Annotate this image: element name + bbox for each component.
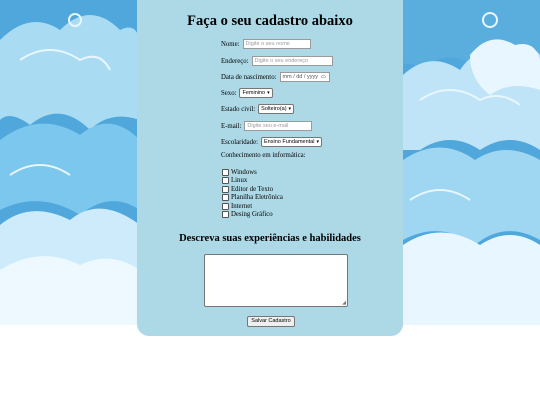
endereco-label: Endereço: xyxy=(221,57,249,65)
checkbox-label: Planilha Eletrônica xyxy=(231,194,283,202)
email-row: E-mail: Digite seu e-mail xyxy=(221,121,313,131)
checkbox-box[interactable] xyxy=(222,194,229,202)
escolaridade-row: Escolaridade: Ensino Fundamental ▾ xyxy=(221,137,322,147)
checkbox-label: Internet xyxy=(231,202,253,210)
nascimento-row: Data de nascimento: mm / dd / yyyy ▭ xyxy=(221,72,330,82)
sexo-row: Sexo: Feminino ▾ xyxy=(221,88,273,98)
checkbox-internet[interactable]: Internet xyxy=(222,202,283,211)
conhecimento-label: Conhecimento em informática: xyxy=(221,152,306,159)
checkbox-desing-grafico[interactable]: Desing Gráfico xyxy=(222,211,283,220)
salvar-cadastro-button[interactable]: Salvar Cadastro xyxy=(247,316,295,327)
checkbox-box[interactable] xyxy=(222,211,229,219)
checkbox-box[interactable] xyxy=(222,202,229,210)
estado-select-value: Solteiro(a) xyxy=(261,106,287,112)
endereco-input[interactable]: Digite o seu endereço xyxy=(251,56,333,66)
sexo-select[interactable]: Feminino ▾ xyxy=(239,88,273,98)
checkbox-label: Linux xyxy=(231,177,248,185)
checkbox-editor-de-texto[interactable]: Editor de Texto xyxy=(222,185,283,194)
registration-form-panel: Faça o seu cadastro abaixo Nome: Digite … xyxy=(137,0,403,336)
nome-label: Nome: xyxy=(221,40,240,48)
experiencias-heading: Descreva suas experiências e habilidades xyxy=(179,233,361,244)
checkbox-box[interactable] xyxy=(222,177,229,185)
checkbox-linux[interactable]: Linux xyxy=(222,177,283,186)
chevron-down-icon: ▾ xyxy=(267,90,270,96)
checkbox-label: Windows xyxy=(231,168,257,176)
email-label: E-mail: xyxy=(221,122,242,130)
checkbox-label: Editor de Texto xyxy=(231,185,274,193)
checkbox-box[interactable] xyxy=(222,185,229,193)
calendar-icon[interactable]: ▭ xyxy=(321,73,326,81)
checkbox-box[interactable] xyxy=(222,168,229,176)
conhecimento-row: Conhecimento em informática: xyxy=(221,152,309,159)
nome-row: Nome: Digite o seu nome xyxy=(221,39,311,49)
checkbox-label: Desing Gráfico xyxy=(231,211,273,219)
escolaridade-label: Escolaridade: xyxy=(221,138,258,146)
nascimento-placeholder: mm / dd / yyyy xyxy=(282,74,318,80)
endereco-row: Endereço: Digite o seu endereço xyxy=(221,56,333,66)
resize-grip-icon[interactable]: ◢ xyxy=(342,301,346,306)
escolaridade-select-value: Ensino Fundamental xyxy=(264,139,315,145)
estado-label: Estado civil: xyxy=(221,105,256,113)
email-input[interactable]: Digite seu e-mail xyxy=(244,121,313,131)
nascimento-date-input[interactable]: mm / dd / yyyy ▭ xyxy=(279,72,330,82)
checkbox-windows[interactable]: Windows xyxy=(222,168,283,177)
form-title: Faça o seu cadastro abaixo xyxy=(187,13,353,29)
sexo-label: Sexo: xyxy=(221,89,237,97)
nome-input[interactable]: Digite o seu nome xyxy=(242,39,311,49)
informatica-checkbox-list: Windows Linux Editor de Texto Planilha E… xyxy=(222,168,283,219)
checkbox-planilha-eletronica[interactable]: Planilha Eletrônica xyxy=(222,194,283,203)
estado-row: Estado civil: Solteiro(a) ▾ xyxy=(221,104,295,114)
estado-civil-select[interactable]: Solteiro(a) ▾ xyxy=(258,104,295,114)
sexo-select-value: Feminino xyxy=(242,90,266,96)
chevron-down-icon: ▾ xyxy=(288,106,292,112)
escolaridade-select[interactable]: Ensino Fundamental ▾ xyxy=(261,137,322,147)
nascimento-label: Data de nascimento: xyxy=(221,73,277,81)
chevron-down-icon: ▾ xyxy=(316,139,319,145)
experiencias-textarea[interactable]: ◢ xyxy=(204,254,348,307)
